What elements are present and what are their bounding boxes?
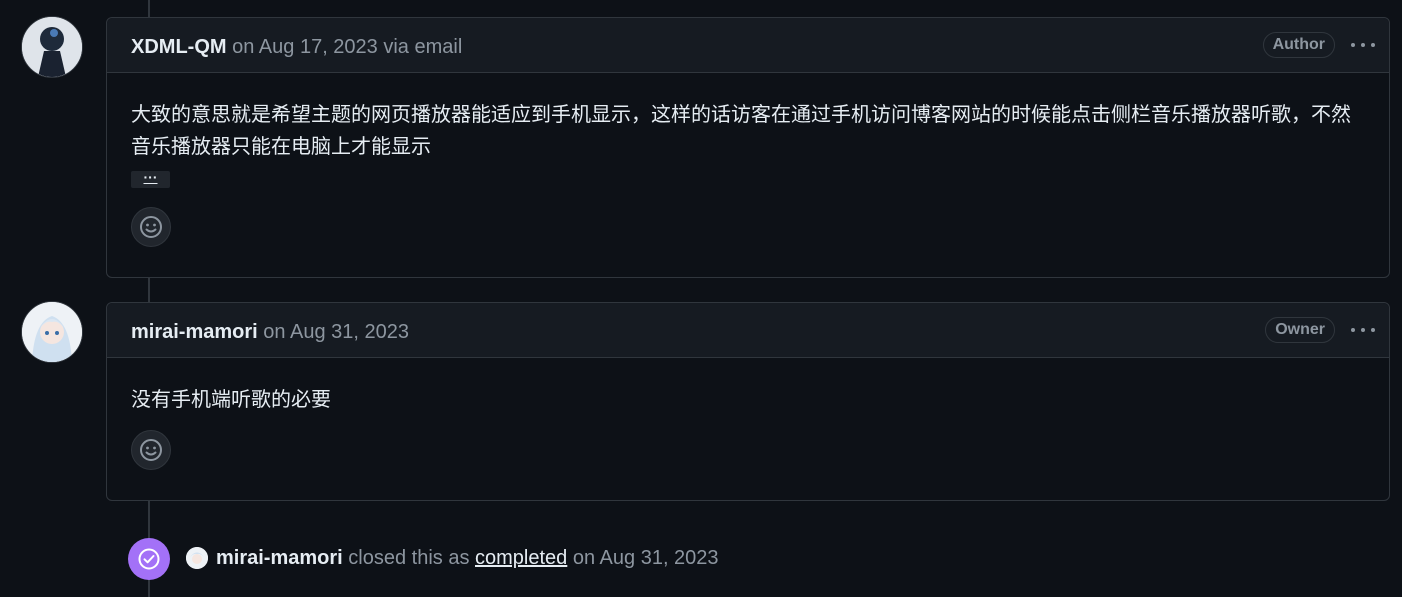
comment-card: mirai-mamori on Aug 31, 2023 Owner 没有手机端… (106, 302, 1390, 501)
smiley-icon (140, 439, 162, 461)
event-actor-link[interactable]: mirai-mamori (216, 546, 343, 570)
event-action-text: closed this as (342, 547, 476, 569)
add-reaction-button[interactable] (131, 430, 171, 470)
show-quoted-text-button[interactable]: ··· (131, 170, 170, 188)
comment-timestamp[interactable]: on Aug 31, 2023 (258, 321, 409, 343)
add-reaction-button[interactable] (131, 207, 171, 247)
closed-event-text: mirai-mamori closed this as completed on… (186, 546, 719, 570)
kebab-horizontal-icon[interactable] (1349, 34, 1377, 56)
comment-card: XDML-QM on Aug 17, 2023 via email Author… (106, 17, 1390, 278)
comment-author-link[interactable]: XDML-QM (131, 36, 227, 58)
owner-badge: Owner (1265, 317, 1335, 343)
event-timestamp[interactable]: on Aug 31, 2023 (567, 546, 719, 570)
check-circle-icon (138, 548, 160, 570)
comment-header: mirai-mamori on Aug 31, 2023 Owner (107, 303, 1389, 358)
author-badge: Author (1262, 32, 1335, 58)
avatar-xdml-qm[interactable] (21, 16, 83, 78)
avatar-mirai-mamori[interactable] (21, 301, 83, 363)
comment-author-link[interactable]: mirai-mamori (131, 321, 258, 343)
comment-timestamp[interactable]: on Aug 17, 2023 via email (227, 36, 462, 58)
smiley-icon (140, 216, 162, 238)
completed-link[interactable]: completed (475, 546, 567, 570)
comment-body-text: 大致的意思就是希望主题的网页播放器能适应到手机显示，这样的话访客在通过手机访问博… (131, 104, 1351, 158)
comment-body-text: 没有手机端听歌的必要 (131, 389, 331, 411)
comment-header: XDML-QM on Aug 17, 2023 via email Author (107, 18, 1389, 73)
closed-event-badge (128, 538, 170, 580)
kebab-horizontal-icon[interactable] (1349, 319, 1377, 341)
mini-avatar-mirai-mamori[interactable] (186, 547, 208, 569)
